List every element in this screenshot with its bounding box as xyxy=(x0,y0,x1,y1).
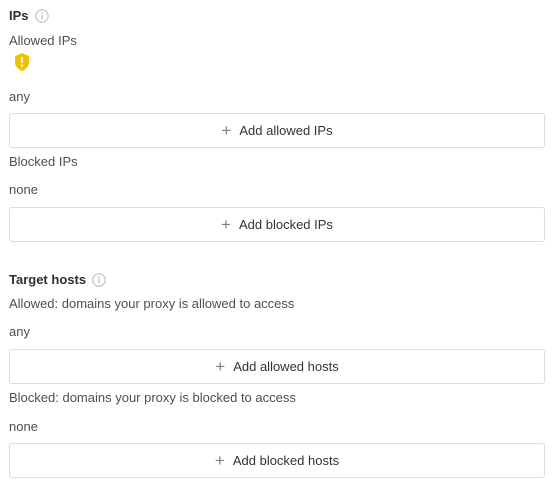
blocked-hosts-value: none xyxy=(9,419,38,434)
add-blocked-ips-button[interactable]: + Add blocked IPs xyxy=(9,207,545,242)
add-blocked-ips-label: Add blocked IPs xyxy=(238,217,333,232)
info-icon[interactable] xyxy=(34,8,49,23)
add-allowed-ips-label: Add allowed IPs xyxy=(239,123,333,138)
allowed-hosts-value: any xyxy=(9,324,30,339)
target-hosts-heading-text: Target hosts xyxy=(9,272,87,287)
allowed-ips-value: any xyxy=(9,89,30,104)
info-icon[interactable] xyxy=(92,272,106,287)
allowed-hosts-label: Allowed: domains your proxy is allowed t… xyxy=(9,296,295,311)
add-allowed-hosts-button[interactable]: + Add allowed hosts xyxy=(9,349,545,384)
plus-icon: + xyxy=(215,357,226,376)
target-hosts-heading: Target hosts xyxy=(9,272,106,287)
add-allowed-hosts-label: Add allowed hosts xyxy=(233,359,339,374)
add-blocked-hosts-label: Add blocked hosts xyxy=(232,453,340,468)
add-allowed-ips-button[interactable]: + Add allowed IPs xyxy=(9,113,545,148)
blocked-hosts-label: Blocked: domains your proxy is blocked t… xyxy=(9,390,296,405)
ips-heading: IPs xyxy=(9,8,49,23)
add-blocked-hosts-button[interactable]: + Add blocked hosts xyxy=(9,443,545,478)
ips-heading-text: IPs xyxy=(9,8,29,23)
plus-icon: + xyxy=(214,451,225,470)
blocked-ips-value: none xyxy=(9,182,38,197)
allowed-ips-label: Allowed IPs xyxy=(9,33,77,48)
shield-warning-icon xyxy=(13,52,31,77)
plus-icon: + xyxy=(221,121,232,140)
plus-icon: + xyxy=(221,215,231,234)
blocked-ips-label: Blocked IPs xyxy=(9,154,78,169)
